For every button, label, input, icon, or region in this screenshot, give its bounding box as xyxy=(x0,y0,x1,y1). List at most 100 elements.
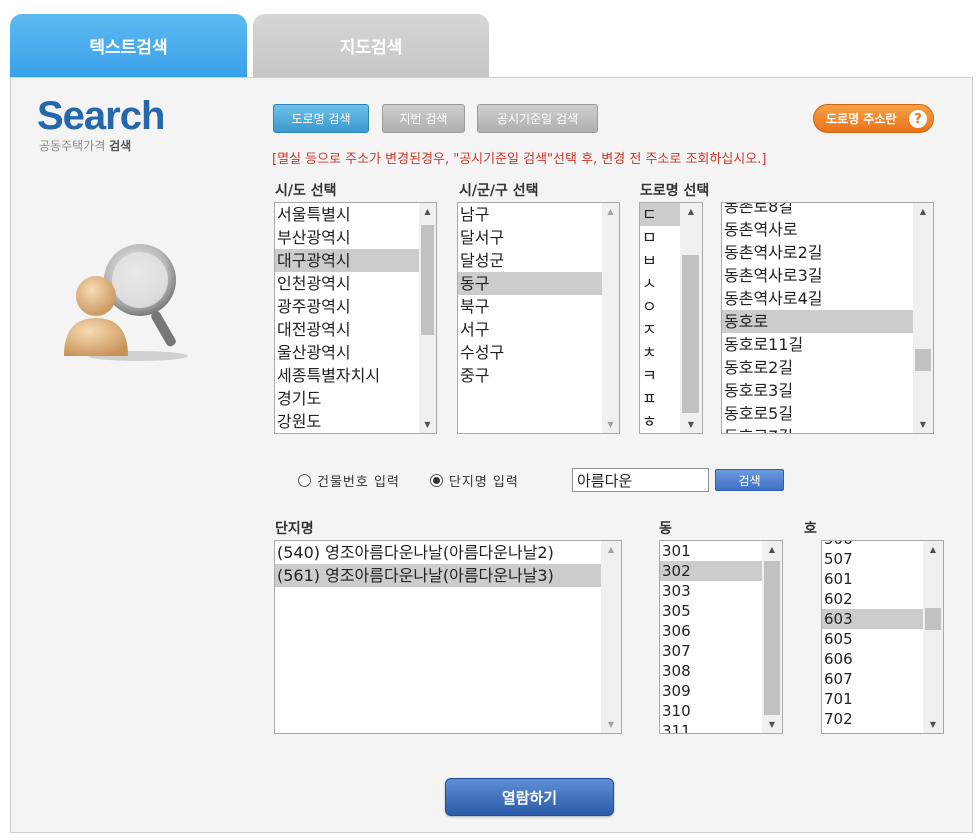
scroll-up-icon[interactable]: ▲ xyxy=(762,541,782,558)
scroll-down-icon[interactable]: ▼ xyxy=(913,416,933,433)
sido-option[interactable]: 대구광역시 xyxy=(275,249,419,272)
road-name-option[interactable]: 동호로7길 xyxy=(722,425,916,433)
scroll-up-icon[interactable]: ▲ xyxy=(602,203,619,220)
scroll-down-icon[interactable]: ▼ xyxy=(602,416,619,433)
initial-consonant-option[interactable]: ㅊ xyxy=(640,341,680,364)
initial-scrollbar[interactable]: ▲ ▼ xyxy=(680,203,702,433)
complex-search-button[interactable]: 검색 xyxy=(715,469,784,491)
complex-name-radio-label[interactable]: 단지명 입력 xyxy=(449,471,519,490)
road-name-option[interactable]: 동촌역사로2길 xyxy=(722,241,916,264)
scroll-thumb[interactable] xyxy=(925,608,941,630)
road-scrollbar[interactable]: ▲ ▼ xyxy=(913,203,933,433)
complex-scrollbar[interactable]: ▲ ▼ xyxy=(601,541,621,733)
ho-listbox[interactable]: 506507601602603605606607701702703 ▲ ▼ xyxy=(821,540,944,734)
road-name-option[interactable]: 동호로2길 xyxy=(722,356,916,379)
initial-consonant-option[interactable]: ㅍ xyxy=(640,387,680,410)
initial-consonant-option[interactable]: ㅋ xyxy=(640,364,680,387)
scroll-down-icon[interactable]: ▼ xyxy=(601,716,621,733)
scroll-up-icon[interactable]: ▲ xyxy=(923,541,943,558)
ho-option[interactable]: 703 xyxy=(822,729,923,733)
sido-option[interactable]: 서울특별시 xyxy=(275,203,419,226)
initial-consonant-option[interactable]: ㅇ xyxy=(640,295,680,318)
scroll-thumb[interactable] xyxy=(764,561,780,715)
initial-consonant-listbox[interactable]: ㄷㅁㅂㅅㅇㅈㅊㅋㅍㅎ ▲ ▼ xyxy=(639,202,703,434)
scroll-thumb[interactable] xyxy=(915,349,931,371)
scroll-up-icon[interactable]: ▲ xyxy=(680,203,702,220)
scroll-up-icon[interactable]: ▲ xyxy=(601,541,621,558)
initial-consonant-option[interactable]: ㄷ xyxy=(640,203,680,226)
initial-consonant-option[interactable]: ㅅ xyxy=(640,272,680,295)
ho-option[interactable]: 605 xyxy=(822,629,923,649)
sigungu-option[interactable]: 남구 xyxy=(458,203,602,226)
initial-consonant-option[interactable]: ㅁ xyxy=(640,226,680,249)
ho-option[interactable]: 601 xyxy=(822,569,923,589)
sido-listbox[interactable]: 서울특별시 부산광역시 대구광역시 인천광역시 광주광역시 대전광역시 울산광역시 세종특별자… xyxy=(274,202,437,434)
scroll-down-icon[interactable]: ▼ xyxy=(762,716,782,733)
road-name-option[interactable]: 동호로3길 xyxy=(722,379,916,402)
ho-option[interactable]: 506 xyxy=(822,541,923,549)
tab-map-search[interactable]: 지도검색 xyxy=(253,14,489,77)
road-name-option[interactable]: 동촌역사로4길 xyxy=(722,287,916,310)
ho-option[interactable]: 602 xyxy=(822,589,923,609)
complex-option[interactable]: (561) 영조아름다운나날(아름다운나날3) xyxy=(275,564,604,587)
complex-name-input[interactable] xyxy=(572,468,709,492)
sido-option[interactable]: 대전광역시 xyxy=(275,318,419,341)
dong-option[interactable]: 308 xyxy=(660,661,762,681)
ho-option[interactable]: 603 xyxy=(822,609,923,629)
road-address-guide-button[interactable]: 도로명 주소란? xyxy=(813,104,934,133)
scroll-up-icon[interactable]: ▲ xyxy=(419,203,436,220)
dong-option[interactable]: 302 xyxy=(660,561,762,581)
ho-option[interactable]: 507 xyxy=(822,549,923,569)
sigungu-option[interactable]: 서구 xyxy=(458,318,602,341)
road-name-listbox[interactable]: 동촌로8길 동촌역사로 동촌역사로2길 동촌역사로3길 동촌역사로4길 동호로 동호로11길… xyxy=(721,202,934,434)
dong-option[interactable]: 309 xyxy=(660,681,762,701)
ho-option[interactable]: 702 xyxy=(822,709,923,729)
dong-option[interactable]: 303 xyxy=(660,581,762,601)
ho-option[interactable]: 606 xyxy=(822,649,923,669)
scroll-thumb[interactable] xyxy=(421,225,434,335)
sido-option[interactable]: 인천광역시 xyxy=(275,272,419,295)
complex-option[interactable]: (540) 영조아름다운나날(아름다운나날2) xyxy=(275,541,604,564)
initial-consonant-option[interactable]: ㅂ xyxy=(640,249,680,272)
sido-option[interactable]: 세종특별자치시 xyxy=(275,364,419,387)
complex-name-radio[interactable] xyxy=(429,473,443,487)
building-number-radio-label[interactable]: 건물번호 입력 xyxy=(317,471,400,490)
dong-listbox[interactable]: 301 302 303 305 306 307 308 309 310 311 ▲ ▼ xyxy=(659,540,783,734)
sigungu-listbox[interactable]: 남구 달서구 달성군 동구 북구 서구 수성구 중구 ▲ ▼ xyxy=(457,202,620,434)
sigungu-scrollbar[interactable]: ▲ ▼ xyxy=(602,203,619,433)
tab-text-search[interactable]: 텍스트검색 xyxy=(10,14,247,77)
sigungu-option[interactable]: 동구 xyxy=(458,272,602,295)
scroll-down-icon[interactable]: ▼ xyxy=(680,416,702,433)
sido-scrollbar[interactable]: ▲ ▼ xyxy=(419,203,436,433)
road-name-option[interactable]: 동호로5길 xyxy=(722,402,916,425)
view-button[interactable]: 열람하기 xyxy=(445,778,614,816)
building-number-radio[interactable] xyxy=(298,473,311,487)
dong-option[interactable]: 305 xyxy=(660,601,762,621)
sido-option[interactable]: 경기도 xyxy=(275,387,419,410)
road-search-button[interactable]: 도로명 검색 xyxy=(273,104,369,133)
sido-option[interactable]: 울산광역시 xyxy=(275,341,419,364)
dong-option[interactable]: 311 xyxy=(660,721,762,733)
scroll-down-icon[interactable]: ▼ xyxy=(923,716,943,733)
dong-option[interactable]: 310 xyxy=(660,701,762,721)
complex-listbox[interactable]: (540) 영조아름다운나날(아름다운나날2) (561) 영조아름다운나날(아름… xyxy=(274,540,622,734)
sido-option[interactable]: 광주광역시 xyxy=(275,295,419,318)
sigungu-option[interactable]: 수성구 xyxy=(458,341,602,364)
road-name-option[interactable]: 동호로 xyxy=(722,310,916,333)
initial-consonant-option[interactable]: ㅈ xyxy=(640,318,680,341)
sigungu-option[interactable]: 북구 xyxy=(458,295,602,318)
date-search-button[interactable]: 공시기준일 검색 xyxy=(477,104,598,133)
scroll-up-icon[interactable]: ▲ xyxy=(913,203,933,220)
road-name-option[interactable]: 동촌역사로 xyxy=(722,218,916,241)
road-name-option[interactable]: 동촌로8길 xyxy=(722,203,916,218)
dong-option[interactable]: 306 xyxy=(660,621,762,641)
sigungu-option[interactable]: 달성군 xyxy=(458,249,602,272)
ho-scrollbar[interactable]: ▲ ▼ xyxy=(923,541,943,733)
sido-option[interactable]: 부산광역시 xyxy=(275,226,419,249)
road-name-option[interactable]: 동촌역사로3길 xyxy=(722,264,916,287)
dong-scrollbar[interactable]: ▲ ▼ xyxy=(762,541,782,733)
sigungu-option[interactable]: 중구 xyxy=(458,364,602,387)
dong-option[interactable]: 307 xyxy=(660,641,762,661)
scroll-thumb[interactable] xyxy=(682,255,699,413)
sigungu-option[interactable]: 달서구 xyxy=(458,226,602,249)
